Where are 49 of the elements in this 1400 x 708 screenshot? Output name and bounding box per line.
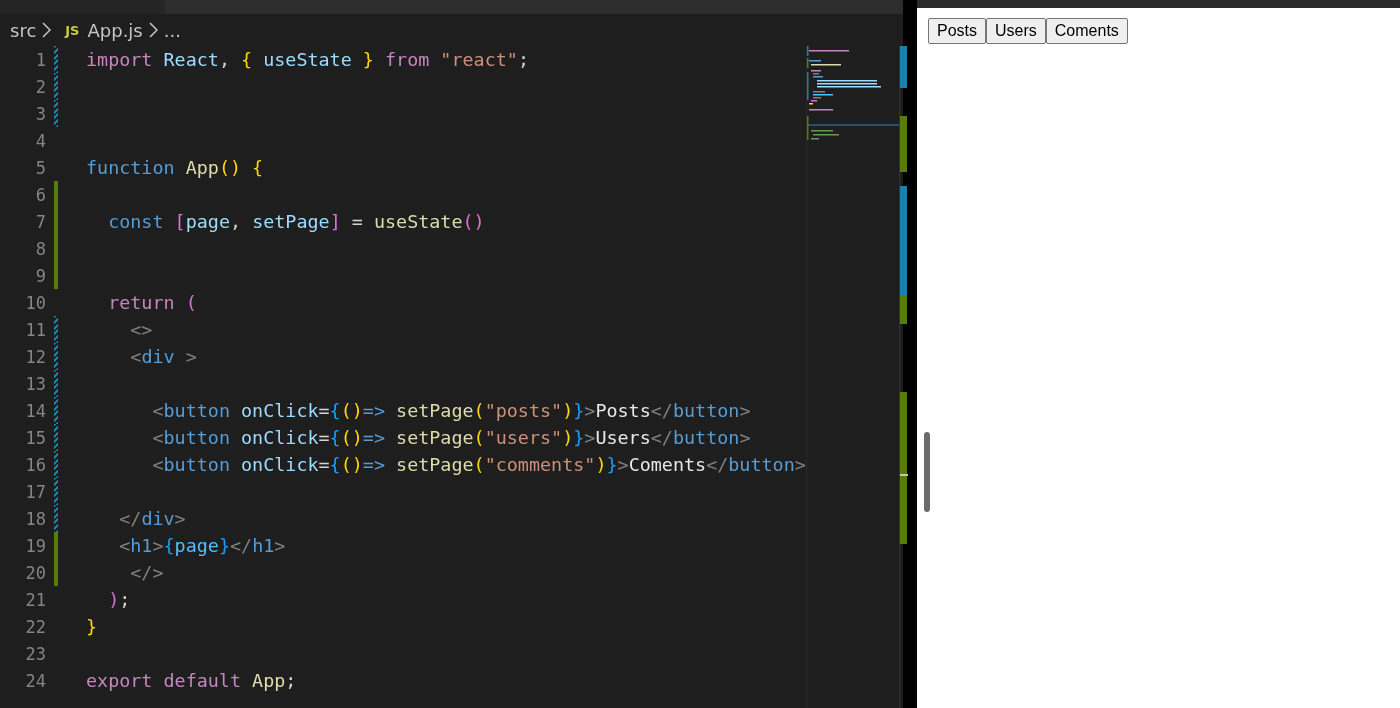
chevron-right-icon xyxy=(148,22,158,38)
line-number: 1 xyxy=(34,49,46,70)
breadcrumb-file[interactable]: App.js xyxy=(87,19,143,41)
code-line: <button onClick={()=> setPage("users")}>Users</button> xyxy=(151,427,751,448)
code-line: ); xyxy=(107,589,131,610)
code-line: <button onClick={()=> setPage("comments")}>Coments</button> xyxy=(151,454,806,475)
code-line: </> xyxy=(129,562,164,583)
line-number: 23 xyxy=(24,643,46,664)
line-number: 17 xyxy=(24,481,46,502)
page-button[interactable]: Coments xyxy=(1045,18,1128,44)
line-number: 14 xyxy=(24,400,46,421)
line-number: 6 xyxy=(34,184,46,205)
line-number: 18 xyxy=(24,508,46,529)
code-line: <> xyxy=(129,319,153,340)
line-number: 8 xyxy=(34,238,46,259)
code-line: const [page, setPage] = useState() xyxy=(107,211,485,232)
code-line: function App() { xyxy=(86,157,264,178)
line-number: 13 xyxy=(24,373,46,394)
code-line: <h1>{page}</h1> xyxy=(118,535,286,556)
breadcrumb-more[interactable]: ... xyxy=(163,19,181,41)
line-number: 20 xyxy=(24,562,46,583)
line-number: 22 xyxy=(24,616,46,637)
page-button[interactable]: Posts xyxy=(928,18,986,44)
line-number: 5 xyxy=(34,157,46,178)
line-number: 12 xyxy=(24,346,46,367)
code-line: <button onClick={()=> setPage("posts")}>Posts</button> xyxy=(151,400,751,421)
line-number: 7 xyxy=(34,211,46,232)
chevron-right-icon xyxy=(42,22,52,38)
line-number: 3 xyxy=(34,103,46,124)
scrollbar-thumb[interactable] xyxy=(923,432,930,512)
line-number: 19 xyxy=(24,535,46,556)
line-number: 15 xyxy=(24,427,46,448)
code-line: export default App; xyxy=(86,670,297,691)
breadcrumb-folder[interactable]: src xyxy=(10,19,37,41)
page-button[interactable]: Users xyxy=(986,18,1046,44)
line-number: 16 xyxy=(24,454,46,475)
code-line: <div > xyxy=(129,346,197,367)
code-line: import React, { useState } from "react"; xyxy=(86,49,529,70)
line-number: 10 xyxy=(24,292,46,313)
line-number: 9 xyxy=(34,265,46,286)
line-number: 2 xyxy=(34,76,46,97)
line-number: 11 xyxy=(24,319,46,340)
line-number: 4 xyxy=(34,130,46,151)
code-line: </div> xyxy=(118,508,186,529)
line-number: 24 xyxy=(24,670,46,691)
code-line: return ( xyxy=(107,292,197,313)
code-line: } xyxy=(86,616,98,637)
js-file-label: JS xyxy=(65,22,80,38)
line-number: 21 xyxy=(24,589,46,610)
